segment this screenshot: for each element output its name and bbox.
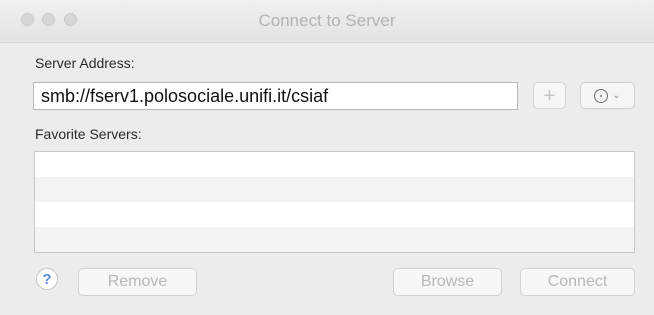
favorite-servers-label: Favorite Servers: [35,126,142,142]
chevron-down-icon: ⌄ [612,89,621,101]
help-icon: ? [42,270,52,288]
help-button[interactable]: ? [36,268,58,290]
remove-button[interactable]: Remove [78,268,197,296]
connect-button[interactable]: Connect [520,268,635,296]
list-row [35,177,634,202]
add-favorite-button[interactable]: + [533,82,566,109]
list-row [35,227,634,252]
titlebar: Connect to Server [0,0,654,43]
browse-button[interactable]: Browse [393,268,502,296]
window-title: Connect to Server [258,11,396,30]
server-address-label: Server Address: [35,55,135,71]
list-row [35,202,634,227]
server-address-input[interactable] [33,82,518,110]
plus-icon: + [543,84,556,107]
connect-to-server-window: Connect to Server Server Address: + ⌄ Fa… [0,0,654,315]
list-row [35,152,634,177]
favorite-servers-list[interactable] [34,151,635,253]
clock-icon [594,88,609,103]
recent-servers-button[interactable]: ⌄ [580,82,635,109]
